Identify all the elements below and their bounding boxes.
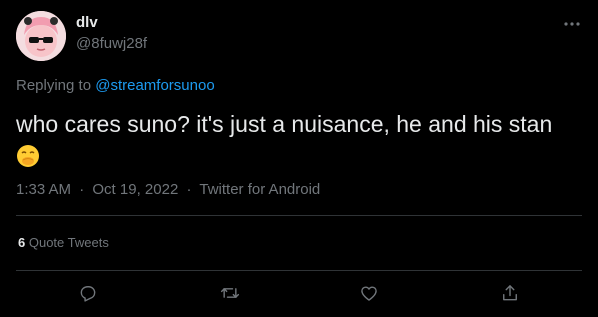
tweet-time[interactable]: 1:33 AM [16, 181, 71, 198]
like-icon [361, 286, 377, 301]
reply-icon [80, 286, 96, 302]
replying-to: Replying to @streamforsunoo [16, 77, 215, 95]
quote-label: Quote Tweets [28, 235, 109, 250]
tweet-text-body: who cares suno? it's just a nuisance, he… [16, 111, 553, 137]
share-icon [503, 285, 517, 301]
reply-button[interactable] [76, 281, 100, 305]
tweet-source[interactable]: Twitter for Android [199, 181, 320, 198]
quote-tweets-stat[interactable]: 6 Quote Tweets [18, 235, 109, 251]
face-with-hand-over-mouth-icon [17, 145, 39, 167]
avatar-icon [16, 11, 66, 61]
retweet-button[interactable] [218, 281, 242, 305]
author-display-name[interactable]: dlv [76, 14, 98, 32]
tweet-text: who cares suno? it's just a nuisance, he… [16, 110, 576, 169]
replying-to-handle-link[interactable]: @streamforsunoo [95, 77, 214, 94]
divider [16, 215, 582, 216]
tweet-date[interactable]: Oct 19, 2022 [92, 181, 178, 198]
replying-to-label: Replying to [16, 77, 92, 94]
share-button[interactable] [498, 281, 522, 305]
more-options-button[interactable] [560, 14, 584, 34]
meta-separator: · [79, 181, 85, 198]
quote-count: 6 [18, 235, 26, 250]
author-handle[interactable]: @8fuwj28f [76, 35, 147, 53]
tweet-detail: dlv @8fuwj28f Replying to @streamforsuno… [0, 0, 598, 317]
tweet-meta: 1:33 AM · Oct 19, 2022 · Twitter for And… [16, 181, 320, 199]
divider [16, 270, 582, 271]
like-button[interactable] [357, 281, 381, 305]
retweet-icon [220, 288, 240, 298]
more-icon [564, 22, 580, 26]
avatar[interactable] [16, 11, 66, 61]
meta-separator: · [186, 181, 192, 198]
